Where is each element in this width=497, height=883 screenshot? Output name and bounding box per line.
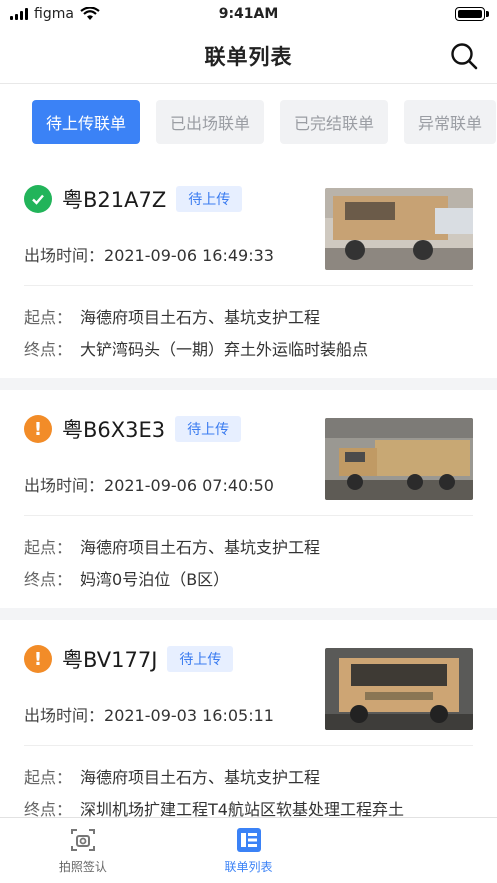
list-item[interactable]: ! 粤BV177J 待上传 出场时间：2021-09-03 16:05:11 起… (0, 620, 497, 817)
list-item[interactable]: ! 粤B6X3E3 待上传 出场时间：2021-09-06 07:40:50 起… (0, 390, 497, 608)
bottom-tab-bar: 拍照签认 联单列表 (0, 817, 497, 883)
plate-number: 粤B21A7Z (62, 188, 167, 212)
status-time: 9:41AM (218, 6, 279, 22)
tab-bar: 待上传联单 已出场联单 已完结联单 异常联单 (0, 84, 497, 160)
plate-number: 粤BV177J (62, 648, 158, 672)
bottom-tab-photo-sign[interactable]: 拍照签认 (0, 818, 166, 883)
exit-time-value: 2021-09-03 16:05:11 (104, 706, 274, 725)
warning-circle-icon: ! (24, 645, 52, 673)
check-circle-icon (24, 185, 52, 213)
bottom-tab-label: 拍照签认 (58, 860, 107, 874)
status-badge: 待上传 (176, 186, 243, 212)
carrier-label: figma (34, 6, 74, 22)
origin-value: 海德府项目土石方、基坑支护工程 (80, 308, 321, 327)
destination-row: 终点： 深圳机场扩建工程T4航站区软基处理工程弃土 (24, 794, 473, 817)
destination-label: 终点： (24, 340, 73, 359)
list-icon (236, 828, 261, 852)
bottom-tab-manifest-list[interactable]: 联单列表 (166, 818, 332, 883)
origin-value: 海德府项目土石方、基坑支护工程 (80, 768, 321, 787)
origin-label: 起点： (24, 538, 73, 557)
warning-circle-icon: ! (24, 415, 52, 443)
battery-icon (455, 7, 489, 21)
destination-label: 终点： (24, 800, 73, 817)
truck-photo[interactable] (325, 188, 473, 270)
list-item[interactable]: 粤B21A7Z 待上传 出场时间：2021-09-06 16:49:33 起点：… (0, 160, 497, 378)
destination-value: 深圳机场扩建工程T4航站区软基处理工程弃土 (80, 800, 404, 817)
nav-bar: 联单列表 (0, 28, 497, 84)
destination-label: 终点： (24, 570, 73, 589)
plate-number: 粤B6X3E3 (62, 418, 166, 442)
exit-time-label: 出场时间： (24, 246, 105, 265)
exit-time-value: 2021-09-06 07:40:50 (104, 476, 274, 495)
search-icon[interactable] (449, 41, 479, 71)
truck-photo[interactable] (325, 418, 473, 500)
origin-row: 起点： 海德府项目土石方、基坑支护工程 (24, 532, 473, 564)
tab-pending-upload[interactable]: 待上传联单 (32, 100, 141, 144)
origin-label: 起点： (24, 768, 73, 787)
exit-time-row: 出场时间：2021-09-03 16:05:11 (24, 702, 274, 726)
manifest-list[interactable]: 粤B21A7Z 待上传 出场时间：2021-09-06 16:49:33 起点：… (0, 160, 497, 817)
exit-time-label: 出场时间： (24, 476, 105, 495)
status-bar: figma 9:41AM (0, 0, 497, 28)
exit-time-value: 2021-09-06 16:49:33 (104, 246, 274, 265)
bottom-tab-label: 联单列表 (224, 860, 273, 874)
destination-row: 终点： 妈湾0号泊位（B区） (24, 564, 473, 596)
status-badge: 待上传 (167, 646, 234, 672)
exit-time-label: 出场时间： (24, 706, 105, 725)
origin-label: 起点： (24, 308, 73, 327)
tab-completed[interactable]: 已完结联单 (280, 100, 389, 144)
signal-icon (10, 8, 28, 20)
origin-row: 起点： 海德府项目土石方、基坑支护工程 (24, 302, 473, 334)
tab-exited[interactable]: 已出场联单 (156, 100, 265, 144)
destination-value: 大铲湾码头（一期）弃土外运临时装船点 (80, 340, 369, 359)
destination-value: 妈湾0号泊位（B区） (80, 570, 230, 589)
exit-time-row: 出场时间：2021-09-06 07:40:50 (24, 472, 274, 496)
tab-abnormal[interactable]: 异常联单 (404, 100, 497, 144)
wifi-icon (80, 7, 100, 20)
page-title: 联单列表 (204, 44, 293, 69)
exit-time-row: 出场时间：2021-09-06 16:49:33 (24, 242, 274, 266)
truck-photo[interactable] (325, 648, 473, 730)
destination-row: 终点： 大铲湾码头（一期）弃土外运临时装船点 (24, 334, 473, 366)
camera-icon (70, 829, 95, 851)
origin-row: 起点： 海德府项目土石方、基坑支护工程 (24, 762, 473, 794)
status-badge: 待上传 (175, 416, 242, 442)
origin-value: 海德府项目土石方、基坑支护工程 (80, 538, 321, 557)
